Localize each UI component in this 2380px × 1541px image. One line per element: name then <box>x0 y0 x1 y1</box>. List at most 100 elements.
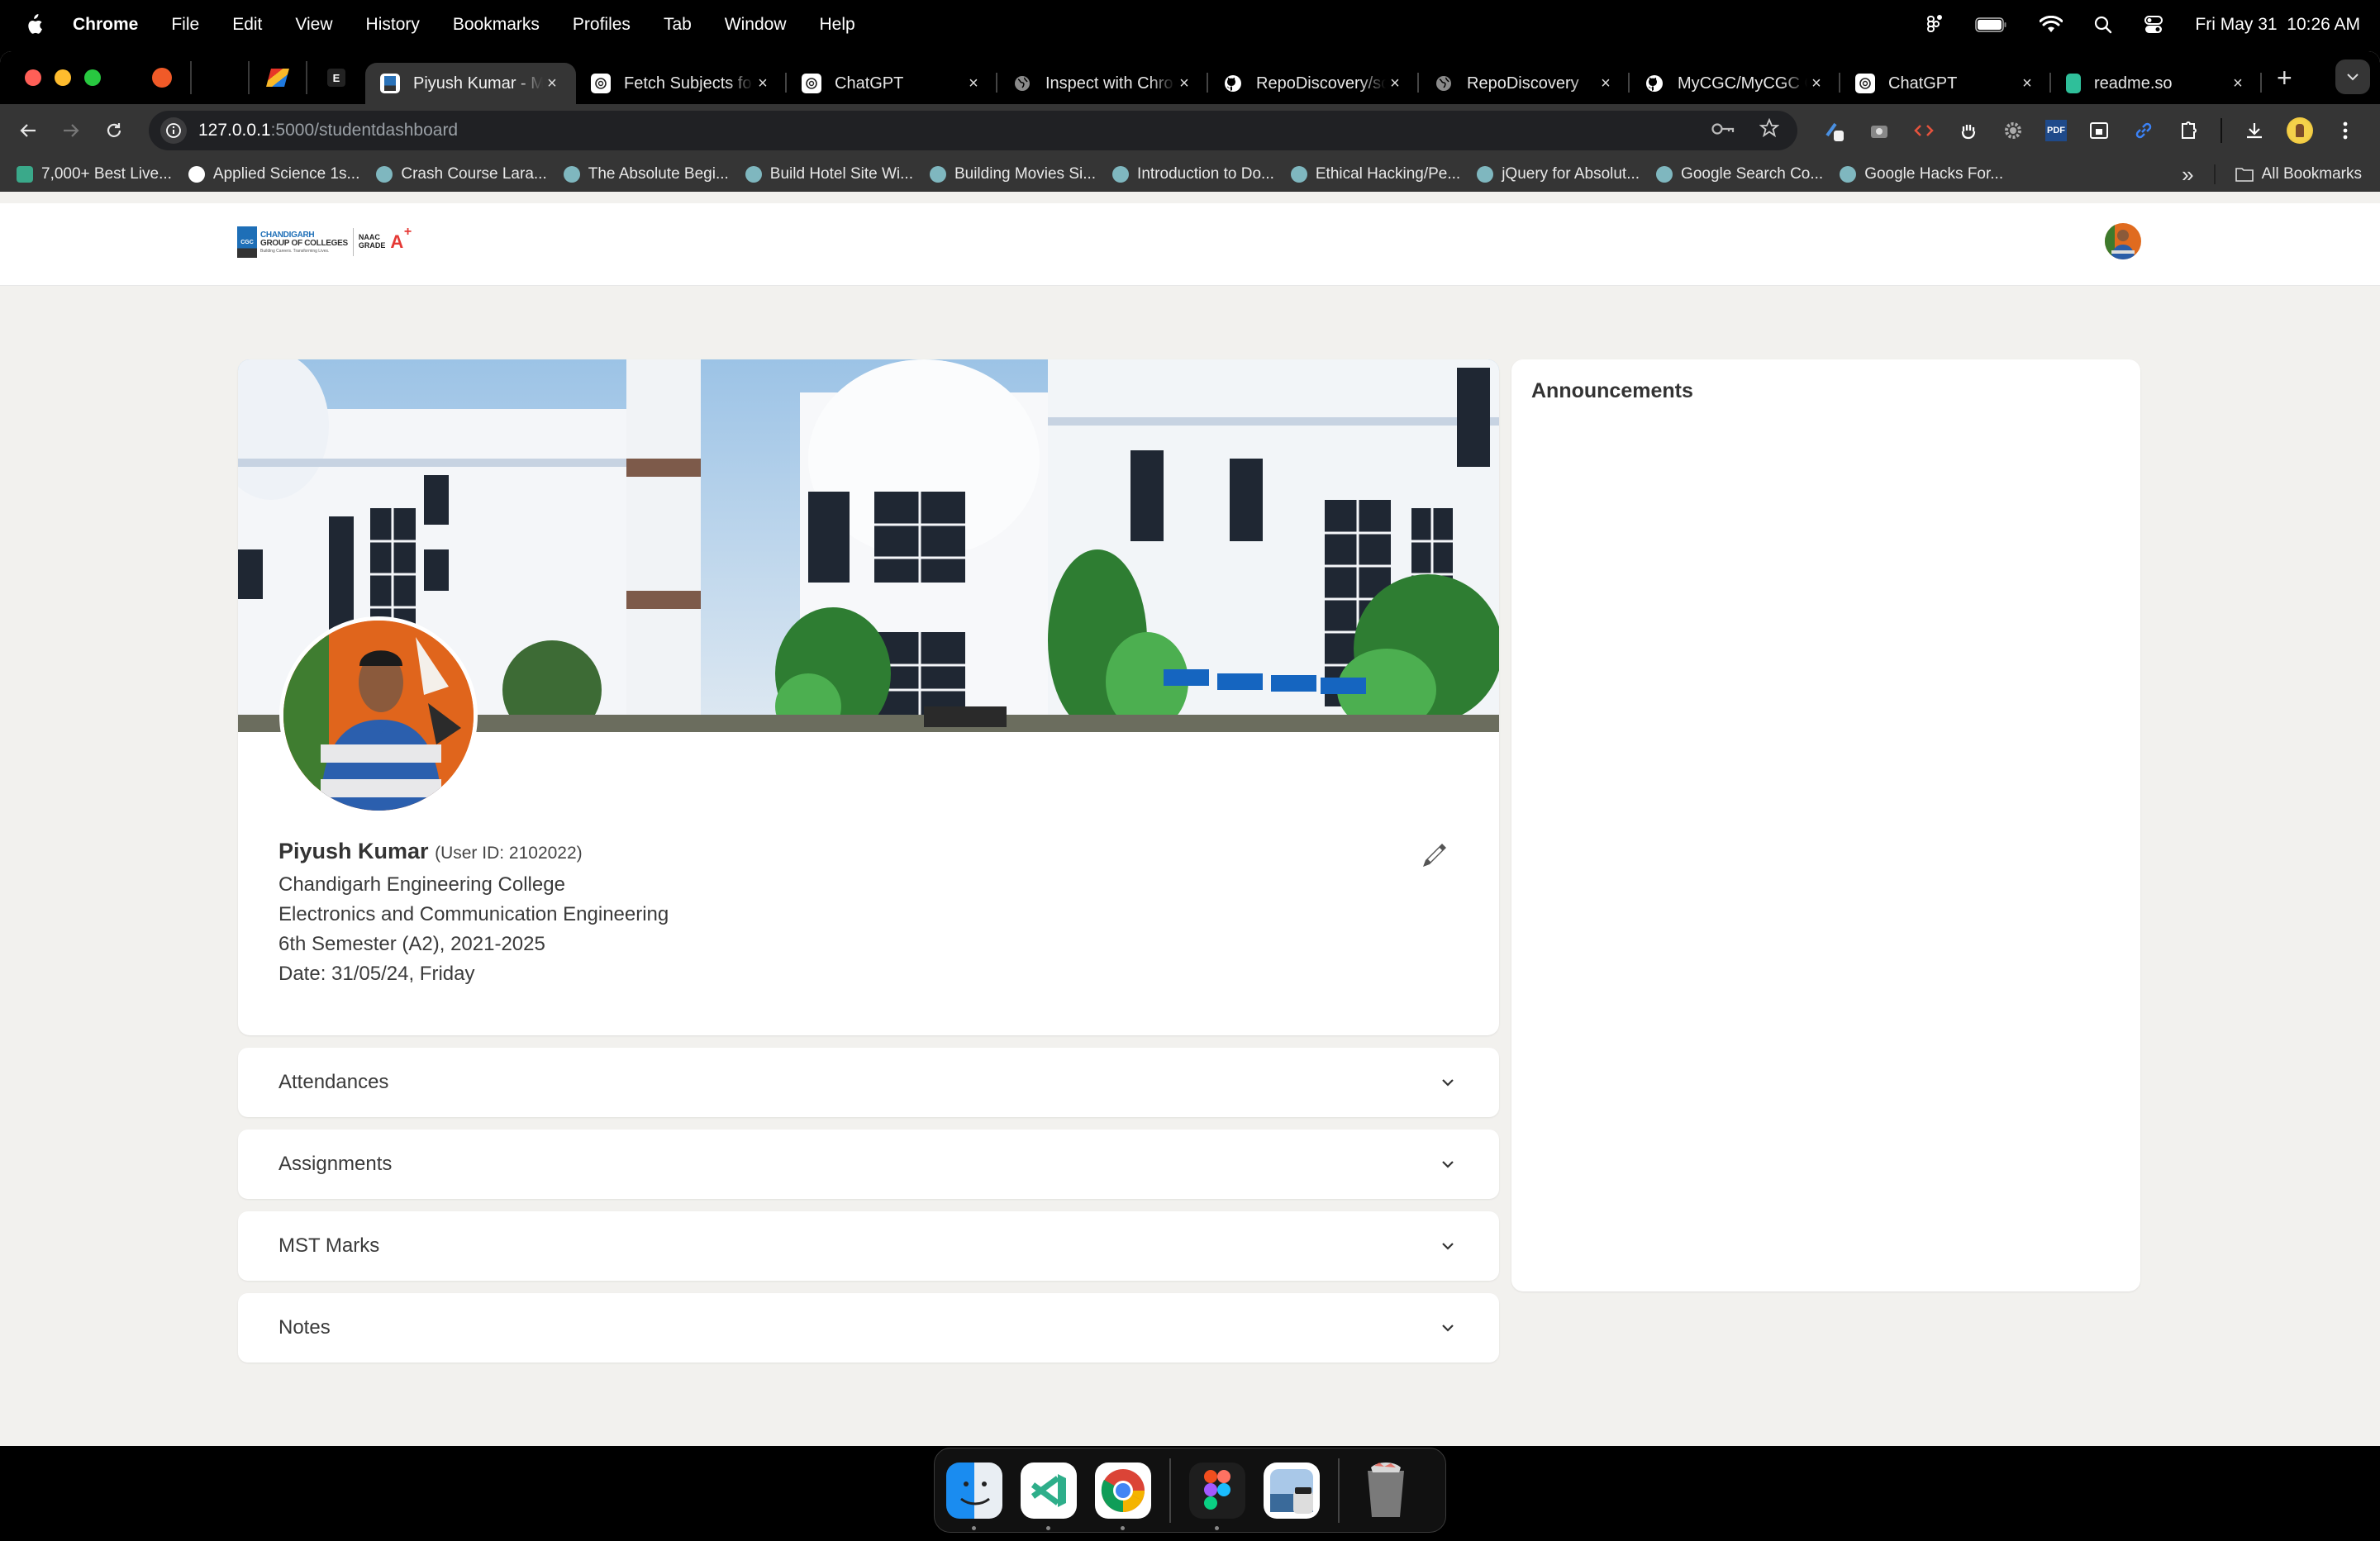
url-text[interactable]: 127.0.0.1:5000/studentdashboard <box>198 121 458 140</box>
color-picker-extension-icon[interactable] <box>1822 118 1847 143</box>
close-tab-icon[interactable]: × <box>754 74 772 93</box>
tab-readme-so[interactable]: readme.so × <box>2051 63 2262 104</box>
profile-photo[interactable] <box>279 616 478 815</box>
chevron-down-icon <box>1442 1161 1454 1168</box>
link-extension-icon[interactable] <box>2131 118 2156 143</box>
menu-tab[interactable]: Tab <box>664 15 692 35</box>
github-favicon-icon <box>1223 74 1243 93</box>
menubar-clock[interactable]: Fri May 31 10:26 AM <box>2195 15 2360 35</box>
dock-trash[interactable] <box>1358 1462 1414 1519</box>
pinned-tab[interactable] <box>250 61 307 94</box>
edit-profile-button[interactable] <box>1418 839 1451 872</box>
tab-piyush-kumar[interactable]: Piyush Kumar - M × <box>365 63 576 104</box>
spotlight-search-icon[interactable] <box>2094 16 2112 34</box>
cgc-logo[interactable]: CGC CHANDIGARH GROUP OF COLLEGES Buildin… <box>237 225 412 258</box>
forward-button[interactable] <box>50 109 93 152</box>
back-button[interactable] <box>7 109 50 152</box>
bookmark-item[interactable]: The Absolute Begi... <box>563 165 729 183</box>
dock-finder[interactable] <box>946 1462 1002 1530</box>
menu-app-chrome[interactable]: Chrome <box>73 15 138 35</box>
bookmark-item[interactable]: Build Hotel Site Wi... <box>745 165 913 183</box>
menu-view[interactable]: View <box>295 15 332 35</box>
menu-history[interactable]: History <box>366 15 420 35</box>
chrome-menu-icon[interactable] <box>2333 118 2358 143</box>
pdf-extension-icon[interactable]: PDF <box>2045 120 2067 141</box>
tab-search-button[interactable] <box>2335 59 2370 94</box>
close-tab-icon[interactable]: × <box>1386 74 1404 93</box>
close-tab-icon[interactable]: × <box>1807 74 1825 93</box>
globe-favicon-icon <box>1434 74 1454 93</box>
wifi-icon[interactable] <box>2040 16 2063 34</box>
figma-icon[interactable] <box>1925 14 1944 36</box>
close-tab-icon[interactable]: × <box>2018 74 2036 93</box>
tab-fetch-subjects[interactable]: Fetch Subjects fo × <box>576 63 787 104</box>
profile-avatar-button[interactable] <box>2287 117 2313 144</box>
bookmark-star-icon[interactable] <box>1759 117 1780 144</box>
hand-extension-icon[interactable] <box>1956 118 1981 143</box>
close-tab-icon[interactable]: × <box>2229 74 2247 93</box>
tab-title: Fetch Subjects fo <box>624 74 752 93</box>
bookmark-item[interactable]: Ethical Hacking/Pe... <box>1290 165 1460 183</box>
bookmarks-bar: 7,000+ Best Live... Applied Science 1s..… <box>0 157 2380 192</box>
extensions-puzzle-icon[interactable] <box>2176 118 2201 143</box>
control-center-icon[interactable] <box>2144 15 2163 35</box>
bookmark-item[interactable]: Google Search Co... <box>1656 165 1823 183</box>
assignments-section[interactable]: Assignments <box>238 1130 1499 1199</box>
bookmark-item[interactable]: Google Hacks For... <box>1840 165 2003 183</box>
site-info-icon[interactable] <box>160 117 187 144</box>
bookmark-item[interactable]: Building Movies Si... <box>929 165 1096 183</box>
close-window-button[interactable] <box>25 69 41 86</box>
dock-figma[interactable] <box>1189 1462 1245 1530</box>
bookmark-item[interactable]: jQuery for Absolut... <box>1477 165 1640 183</box>
bookmark-item[interactable]: 7,000+ Best Live... <box>17 165 172 183</box>
tab-title: ChatGPT <box>1888 74 1958 93</box>
close-tab-icon[interactable]: × <box>1597 74 1615 93</box>
tab-repodiscovery-source[interactable]: RepoDiscovery/sc × <box>1208 63 1419 104</box>
address-bar[interactable]: 127.0.0.1:5000/studentdashboard <box>149 111 1797 150</box>
downloads-icon[interactable] <box>2242 118 2267 143</box>
pinned-tab[interactable] <box>192 61 250 94</box>
all-bookmarks-button[interactable]: All Bookmarks <box>2235 165 2362 183</box>
menu-edit[interactable]: Edit <box>232 15 262 35</box>
close-tab-icon[interactable]: × <box>964 74 983 93</box>
menu-bookmarks[interactable]: Bookmarks <box>453 15 540 35</box>
new-tab-button[interactable]: + <box>2277 63 2292 93</box>
menu-profiles[interactable]: Profiles <box>573 15 631 35</box>
user-avatar-button[interactable] <box>2105 223 2141 259</box>
gear-extension-icon[interactable] <box>2001 118 2025 143</box>
bookmark-item[interactable]: Applied Science 1s... <box>188 165 359 183</box>
close-tab-icon[interactable]: × <box>1175 74 1193 93</box>
dock-chrome[interactable] <box>1095 1462 1151 1530</box>
tab-chatgpt-2[interactable]: ChatGPT × <box>1840 63 2051 104</box>
notes-section[interactable]: Notes <box>238 1293 1499 1363</box>
tab-inspect-with-chrome[interactable]: Inspect with Chro × <box>997 63 1208 104</box>
picture-in-picture-icon[interactable] <box>2087 118 2111 143</box>
bookmark-item[interactable]: Crash Course Lara... <box>376 165 547 183</box>
tab-mycgc-github[interactable]: MyCGC/MyCGC C × <box>1630 63 1840 104</box>
minimize-window-button[interactable] <box>55 69 71 86</box>
tab-repodiscovery[interactable]: RepoDiscovery × <box>1419 63 1630 104</box>
tab-chatgpt[interactable]: ChatGPT × <box>787 63 997 104</box>
menu-window[interactable]: Window <box>725 15 787 35</box>
site-header: CGC CHANDIGARH GROUP OF COLLEGES Buildin… <box>0 203 2380 286</box>
code-extension-icon[interactable] <box>1911 118 1936 143</box>
mst-marks-section[interactable]: MST Marks <box>238 1211 1499 1281</box>
dock-vscodium[interactable] <box>1021 1462 1077 1530</box>
attendances-section[interactable]: Attendances <box>238 1048 1499 1117</box>
pinned-tab[interactable]: E <box>307 61 365 94</box>
bookmark-item[interactable]: Introduction to Do... <box>1112 165 1274 183</box>
dock-preview[interactable] <box>1264 1462 1320 1519</box>
reload-icon <box>107 123 121 137</box>
menu-help[interactable]: Help <box>820 15 855 35</box>
reload-button[interactable] <box>93 109 136 152</box>
pinned-tab[interactable] <box>134 61 192 94</box>
menu-file[interactable]: File <box>171 15 199 35</box>
apple-menu-icon[interactable] <box>25 14 43 36</box>
close-tab-icon[interactable]: × <box>543 74 561 93</box>
running-indicator <box>972 1525 976 1530</box>
password-key-icon[interactable] <box>1711 119 1735 142</box>
battery-icon[interactable] <box>1975 17 2008 33</box>
zoom-window-button[interactable] <box>84 69 101 86</box>
screenshot-extension-icon[interactable] <box>1867 118 1892 143</box>
more-bookmarks-button[interactable]: » <box>2182 162 2193 188</box>
